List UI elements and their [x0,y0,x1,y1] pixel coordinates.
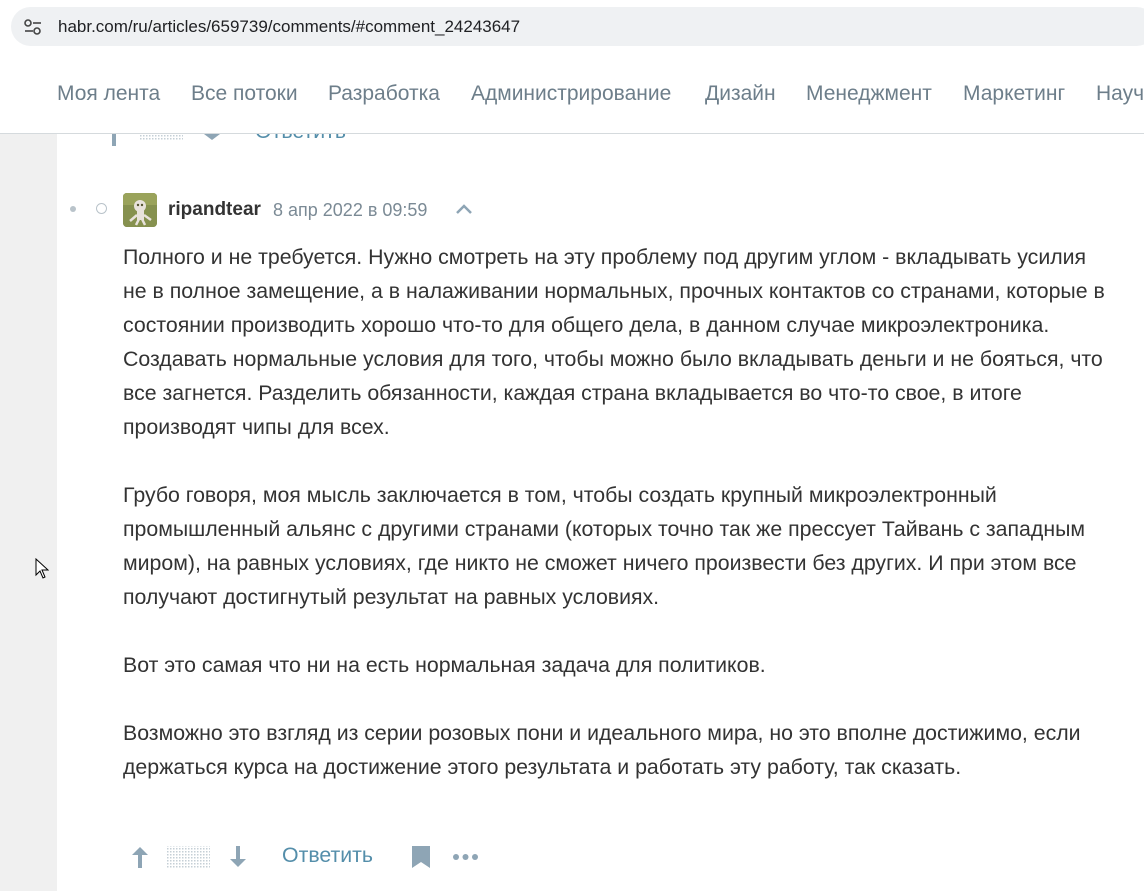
score-placeholder [167,846,210,868]
nav-item-marketing[interactable]: Маркетинг [963,82,1065,106]
prev-comment-footer: Ответить [57,134,1144,164]
comment-date[interactable]: 8 апр 2022 в 09:59 [273,200,427,221]
prev-vote-down-icon[interactable] [203,134,221,148]
nav-item-design[interactable]: Дизайн [705,82,776,106]
avatar[interactable] [123,193,157,227]
nav-item-science[interactable]: Науч [1096,82,1144,106]
comment-paragraph: Грубо говоря, моя мысль заключается в то… [123,483,1086,609]
nav-item-my-feed[interactable]: Моя лента [57,82,160,106]
prev-vote-up-icon[interactable] [105,134,123,146]
comment-paragraph: Полного и не требуется. Нужно смотреть н… [123,245,1105,439]
vote-up-icon[interactable] [131,845,149,869]
nav-item-all-streams[interactable]: Все потоки [191,82,298,106]
bookmark-icon[interactable] [412,846,430,868]
vote-down-icon[interactable] [229,845,247,869]
mouse-cursor-icon [35,558,49,579]
reply-link[interactable]: Ответить [282,843,373,868]
address-bar[interactable]: habr.com/ru/articles/659739/comments/#co… [11,7,1144,46]
site-settings-icon[interactable] [24,19,42,35]
comment-body: Полного и не требуется. Нужно смотреть н… [123,240,1113,818]
more-icon[interactable] [452,852,479,862]
nav-item-administration[interactable]: Администрирование [471,82,671,106]
thread-level-dot [70,206,76,212]
url-text[interactable]: habr.com/ru/articles/659739/comments/#co… [58,17,520,37]
prev-more-icon[interactable] [426,134,453,138]
prev-score-placeholder [140,134,183,141]
prev-reply-link[interactable]: Ответить [255,134,346,144]
avatar-image [123,193,157,227]
comment-paragraph: Вот это самая что ни на есть нормальная … [123,653,766,677]
nav-item-management[interactable]: Менеджмент [806,82,932,106]
chevron-up-icon[interactable] [455,202,473,216]
prev-bookmark-icon[interactable] [386,134,404,144]
nav-item-development[interactable]: Разработка [328,82,440,106]
hub-nav: Моя лента Все потоки Разработка Админист… [0,54,1144,134]
comment-author[interactable]: ripandtear [168,199,261,221]
thread-level-circle[interactable] [96,203,107,214]
comment-paragraph: Возможно это взгляд из серии розовых пон… [123,721,1081,779]
browser-toolbar: habr.com/ru/articles/659739/comments/#co… [0,0,1144,54]
